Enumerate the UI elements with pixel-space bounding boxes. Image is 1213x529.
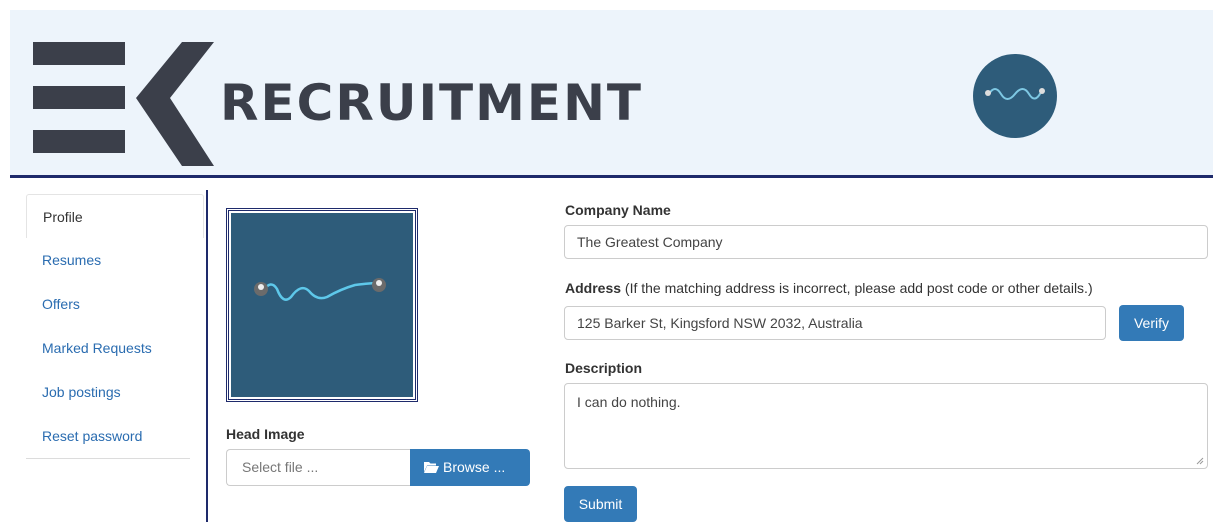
browse-button[interactable]: Browse ... — [410, 449, 530, 486]
description-label: Description — [565, 360, 643, 376]
sidebar-item-job-postings[interactable]: Job postings — [26, 370, 204, 414]
sidebar-item-marked-requests[interactable]: Marked Requests — [26, 326, 204, 370]
address-hint: (If the matching address is incorrect, p… — [624, 280, 1093, 296]
browse-button-label: Browse ... — [443, 459, 506, 475]
avatar-squiggle-icon — [985, 88, 1045, 100]
description-text: I can do nothing. — [577, 394, 681, 410]
resize-grip-icon[interactable] — [1196, 457, 1204, 465]
company-name-input[interactable]: The Greatest Company — [564, 225, 1208, 259]
company-name-label: Company Name — [565, 202, 671, 218]
sidebar-nav: Profile Resumes Offers Marked Requests J… — [26, 194, 204, 459]
submit-button[interactable]: Submit — [564, 486, 637, 522]
sidebar-item-offers[interactable]: Offers — [26, 282, 204, 326]
head-image-frame — [226, 208, 418, 402]
address-label-text: Address — [565, 280, 622, 296]
ek-logo-icon[interactable] — [24, 32, 224, 166]
sidebar-divider — [26, 458, 190, 459]
sidebar-vertical-divider — [206, 190, 208, 522]
address-input[interactable]: 125 Barker St, Kingsford NSW 2032, Austr… — [564, 306, 1106, 340]
user-avatar[interactable] — [973, 54, 1057, 138]
address-label: Address (If the matching address is inco… — [565, 280, 1093, 296]
head-image-file-input[interactable]: Select file ... — [226, 449, 411, 486]
sidebar-item-profile[interactable]: Profile — [26, 194, 204, 238]
head-image-squiggle-icon — [254, 278, 386, 301]
header-divider — [10, 175, 1213, 178]
folder-open-icon — [424, 462, 439, 473]
head-image-preview — [231, 213, 413, 397]
sidebar-item-reset-password[interactable]: Reset password — [26, 414, 204, 458]
logo-wordmark: RECRUITMENT — [220, 74, 644, 132]
sidebar-item-resumes[interactable]: Resumes — [26, 238, 204, 282]
description-textarea[interactable]: I can do nothing. — [564, 383, 1208, 469]
head-image-label: Head Image — [226, 426, 305, 442]
verify-button[interactable]: Verify — [1119, 305, 1184, 341]
